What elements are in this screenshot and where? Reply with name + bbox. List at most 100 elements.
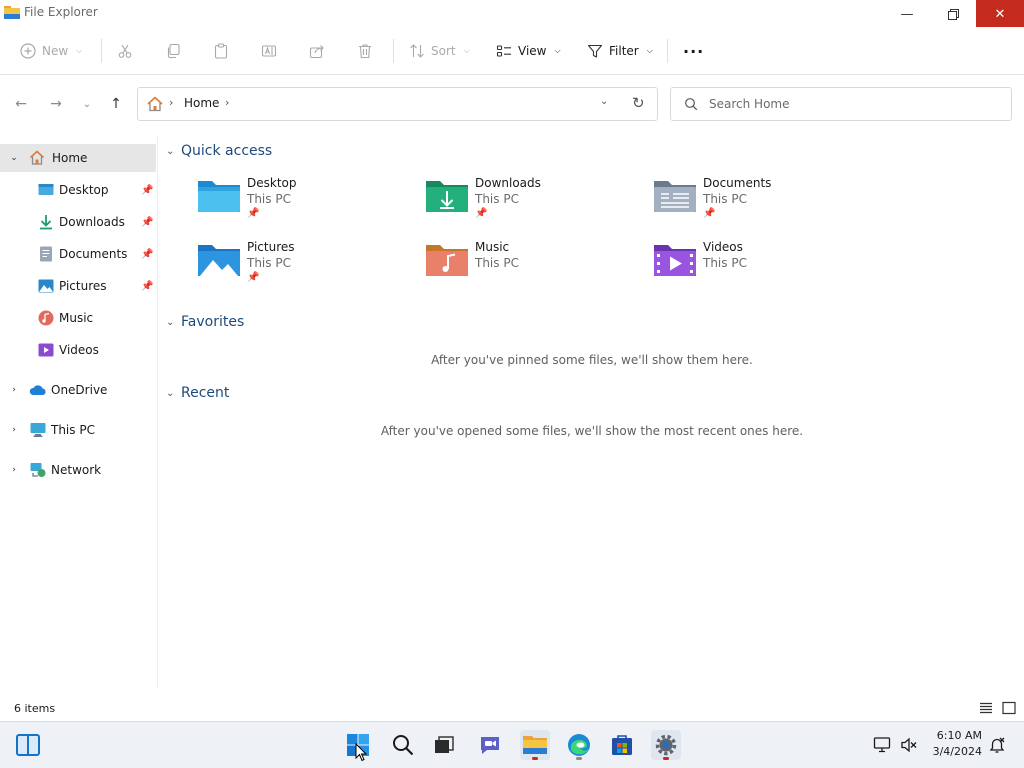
paste-button[interactable] (213, 40, 229, 62)
tile-name: Documents (703, 176, 772, 190)
search-box[interactable] (670, 87, 1012, 121)
close-button[interactable]: ✕ (976, 0, 1024, 28)
share-button[interactable] (309, 40, 325, 62)
sidebar-item-documents[interactable]: Documents 📌 (0, 240, 156, 268)
documents-folder-icon (654, 181, 696, 212)
recent-header[interactable]: ⌄ Recent (166, 383, 229, 403)
filter-label: Filter (609, 44, 639, 58)
sidebar-item-home[interactable]: ⌄ Home (0, 144, 156, 172)
details-view-icon[interactable] (979, 701, 993, 715)
store-taskbar-button[interactable] (607, 730, 637, 760)
quick-access-documents[interactable]: Documents This PC 📌 (653, 176, 863, 232)
edge-taskbar-button[interactable] (564, 730, 594, 760)
delete-button[interactable] (357, 40, 373, 62)
sidebar-item-onedrive[interactable]: › OneDrive (0, 376, 156, 404)
tiles-view-icon[interactable] (1002, 701, 1016, 715)
chevron-down-icon: ⌵ (554, 46, 561, 55)
chevron-right-icon[interactable]: › (8, 465, 20, 475)
new-button[interactable]: New ⌵ (20, 40, 82, 62)
widgets-icon[interactable] (16, 734, 40, 756)
desktop-icon (38, 184, 54, 195)
forward-button[interactable]: → (46, 94, 66, 114)
teams-chat-button[interactable] (475, 730, 505, 760)
sidebar-item-pictures[interactable]: Pictures 📌 (0, 272, 156, 300)
search-icon (685, 98, 698, 111)
settings-taskbar-button[interactable] (651, 730, 681, 760)
chevron-right-icon[interactable]: › (8, 425, 20, 435)
tile-location: This PC (703, 192, 747, 206)
chevron-down-icon: ⌄ (166, 316, 175, 328)
sidebar-item-label: Videos (59, 343, 99, 357)
notifications-icon[interactable] (988, 736, 1006, 754)
task-view-button[interactable] (429, 730, 459, 760)
filter-button[interactable]: Filter ⌵ (587, 40, 653, 62)
home-icon (147, 96, 163, 112)
quick-access-videos[interactable]: Videos This PC (653, 240, 863, 296)
search-taskbar-button[interactable] (388, 730, 418, 760)
section-title: Recent (181, 385, 230, 401)
chevron-right-icon[interactable]: › (8, 385, 20, 395)
clock-date[interactable]: 3/4/2024 (926, 745, 982, 758)
quick-access-pictures[interactable]: Pictures This PC 📌 (197, 240, 407, 296)
cut-button[interactable] (117, 40, 133, 62)
chevron-down-icon: ⌵ (76, 46, 83, 55)
file-explorer-taskbar-button[interactable] (520, 730, 550, 760)
sidebar-item-this-pc[interactable]: › This PC (0, 416, 156, 444)
chevron-down-icon[interactable]: ⌄ (8, 153, 20, 163)
chevron-right-icon: › (169, 96, 174, 109)
see-more-button[interactable]: ··· (683, 40, 704, 62)
back-button[interactable]: ← (11, 94, 31, 114)
music-folder-icon (426, 245, 468, 276)
recent-locations-button[interactable]: ⌄ (77, 94, 97, 114)
quick-access-desktop[interactable]: Desktop This PC 📌 (197, 176, 407, 232)
quick-access-header[interactable]: ⌄ Quick access (166, 141, 272, 161)
scissors-icon (118, 44, 132, 58)
tile-name: Pictures (247, 240, 295, 254)
breadcrumb-home[interactable]: Home (184, 96, 219, 110)
network-icon (30, 463, 46, 477)
recent-empty-message: After you've opened some files, we'll sh… (380, 424, 804, 438)
tile-location: This PC (703, 256, 747, 270)
search-input[interactable] (709, 95, 999, 113)
view-icon (496, 45, 511, 57)
sidebar-item-desktop[interactable]: Desktop 📌 (0, 176, 156, 204)
toolbar-divider (667, 39, 668, 63)
share-icon (309, 45, 324, 59)
arrow-up-icon: ↑ (110, 96, 122, 112)
running-indicator (532, 757, 538, 760)
refresh-button[interactable]: ↻ (632, 94, 645, 112)
pictures-folder-icon (198, 245, 240, 276)
copy-button[interactable] (165, 40, 181, 62)
restore-button[interactable] (930, 0, 976, 28)
address-dropdown-button[interactable]: ⌄ (600, 96, 608, 107)
section-title: Favorites (181, 314, 245, 330)
rename-button[interactable] (261, 40, 277, 62)
view-button[interactable]: View ⌵ (496, 40, 561, 62)
up-button[interactable]: ↑ (106, 94, 126, 114)
sidebar-item-downloads[interactable]: Downloads 📌 (0, 208, 156, 236)
volume-muted-icon[interactable] (900, 736, 918, 754)
more-icon: ··· (683, 41, 705, 61)
sidebar-item-music[interactable]: Music (0, 304, 156, 332)
quick-access-music[interactable]: Music This PC (425, 240, 635, 296)
sort-button[interactable]: Sort ⌵ (409, 40, 470, 62)
quick-access-downloads[interactable]: Downloads This PC 📌 (425, 176, 635, 232)
running-indicator (576, 757, 582, 760)
tile-name: Desktop (247, 176, 297, 190)
home-icon (29, 150, 45, 165)
clock-time[interactable]: 6:10 AM (936, 729, 982, 742)
section-title: Quick access (181, 143, 273, 159)
network-tray-icon[interactable] (873, 736, 891, 754)
tile-name: Music (475, 240, 510, 254)
edge-icon (568, 734, 590, 756)
sidebar-item-videos[interactable]: Videos (0, 336, 156, 364)
minimize-button[interactable]: — (884, 0, 930, 28)
arrow-right-icon: → (50, 96, 62, 112)
favorites-header[interactable]: ⌄ Favorites (166, 312, 244, 332)
chevron-right-icon[interactable]: › (225, 96, 229, 109)
tile-location: This PC (247, 256, 291, 270)
copy-icon (167, 43, 180, 59)
sidebar-item-network[interactable]: › Network (0, 456, 156, 484)
address-bar[interactable]: › Home › ⌄ ↻ (137, 87, 658, 121)
window-title: File Explorer (24, 5, 98, 19)
